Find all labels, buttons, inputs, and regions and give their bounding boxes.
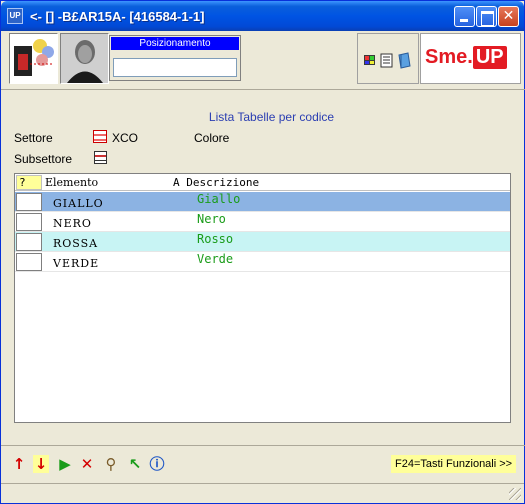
smeup-logo-text: Sme. — [425, 46, 473, 68]
title-bar[interactable]: UP <- [] -B£AR15A- [416584-1-1] ✕ — [1, 1, 524, 31]
positioning-input[interactable] — [113, 58, 237, 77]
element-cell: NERO — [53, 217, 92, 230]
bottom-toolbar: ↑ ↓ ▶ ✕ ⚲ ↖ ⓘ F24=Tasti Funzionali >> — [1, 447, 525, 481]
list-title: Lista Tabelle per codice — [208, 110, 335, 124]
main-window: UP <- [] -B£AR15A- [416584-1-1] ✕ Posizi… — [0, 0, 525, 504]
description-cell: Giallo — [197, 192, 241, 206]
element-cell: ROSSA — [53, 237, 99, 250]
help-column-header[interactable]: ? — [16, 175, 42, 190]
description-column-header[interactable]: A Descrizione — [173, 176, 259, 189]
table-header: ? Elemento A Descrizione — [15, 174, 510, 191]
book-icon[interactable] — [398, 52, 411, 69]
maximize-button[interactable] — [476, 6, 497, 27]
subsettore-label: Subsettore — [14, 152, 73, 166]
minimize-button[interactable] — [454, 6, 475, 27]
return-arrow-icon[interactable]: ↖ — [127, 455, 143, 473]
description-cell: Verde — [197, 252, 234, 266]
resize-grip[interactable] — [509, 488, 521, 500]
toolbar-icons-group — [357, 33, 419, 84]
arrow-up-icon[interactable]: ↑ — [11, 455, 27, 473]
settore-value: XCO — [112, 131, 139, 145]
status-bar — [1, 483, 524, 503]
color-palette-icon[interactable] — [364, 55, 375, 65]
positioning-title: Posizionamento — [111, 37, 239, 50]
bottom-divider — [1, 445, 525, 446]
play-icon[interactable]: ▶ — [57, 455, 73, 473]
subsettore-list-icon[interactable] — [94, 151, 107, 164]
element-cell: GIALLO — [53, 197, 104, 210]
smeup-logo-badge: UP — [472, 46, 507, 69]
row-selector[interactable] — [16, 193, 42, 211]
elements-table[interactable]: ? Elemento A Descrizione GIALLO Giallo N… — [14, 173, 511, 423]
row-selector[interactable] — [16, 213, 42, 231]
table-row[interactable]: ROSSA Rosso — [15, 232, 510, 252]
description-cell: Nero — [197, 212, 226, 226]
user-photo[interactable] — [60, 33, 109, 84]
table-row[interactable]: GIALLO Giallo — [15, 192, 510, 212]
smeup-logo: Sme. UP — [420, 33, 521, 84]
function-keys-button[interactable]: F24=Tasti Funzionali >> — [391, 455, 517, 473]
app-icon[interactable]: UP — [7, 8, 23, 24]
table-row[interactable]: NERO Nero — [15, 212, 510, 232]
table-row[interactable]: VERDE Verde — [15, 252, 510, 272]
top-toolbar: Posizionamento Sme. UP — [5, 33, 522, 87]
settore-list-icon[interactable] — [93, 130, 107, 143]
info-icon[interactable]: ⓘ — [149, 455, 165, 473]
description-cell: Rosso — [197, 232, 234, 246]
element-column-header[interactable]: Elemento — [45, 176, 98, 189]
close-icon: ✕ — [502, 8, 515, 24]
arrow-down-icon[interactable]: ↓ — [33, 455, 49, 473]
element-cell: VERDE — [53, 257, 100, 270]
search-icon[interactable]: ⚲ — [103, 455, 119, 473]
row-selector[interactable] — [16, 233, 42, 251]
close-button[interactable]: ✕ — [498, 6, 519, 27]
delete-icon[interactable]: ✕ — [79, 455, 95, 473]
document-list-icon[interactable] — [380, 53, 393, 68]
colore-label: Colore — [194, 131, 230, 145]
settore-label: Settore — [14, 131, 53, 145]
window-title: <- [] -B£AR15A- [416584-1-1] — [30, 9, 205, 24]
application-logo-image[interactable] — [9, 33, 58, 84]
row-selector[interactable] — [16, 253, 42, 271]
toolbar-divider — [1, 89, 525, 90]
positioning-panel: Posizionamento — [109, 35, 241, 81]
